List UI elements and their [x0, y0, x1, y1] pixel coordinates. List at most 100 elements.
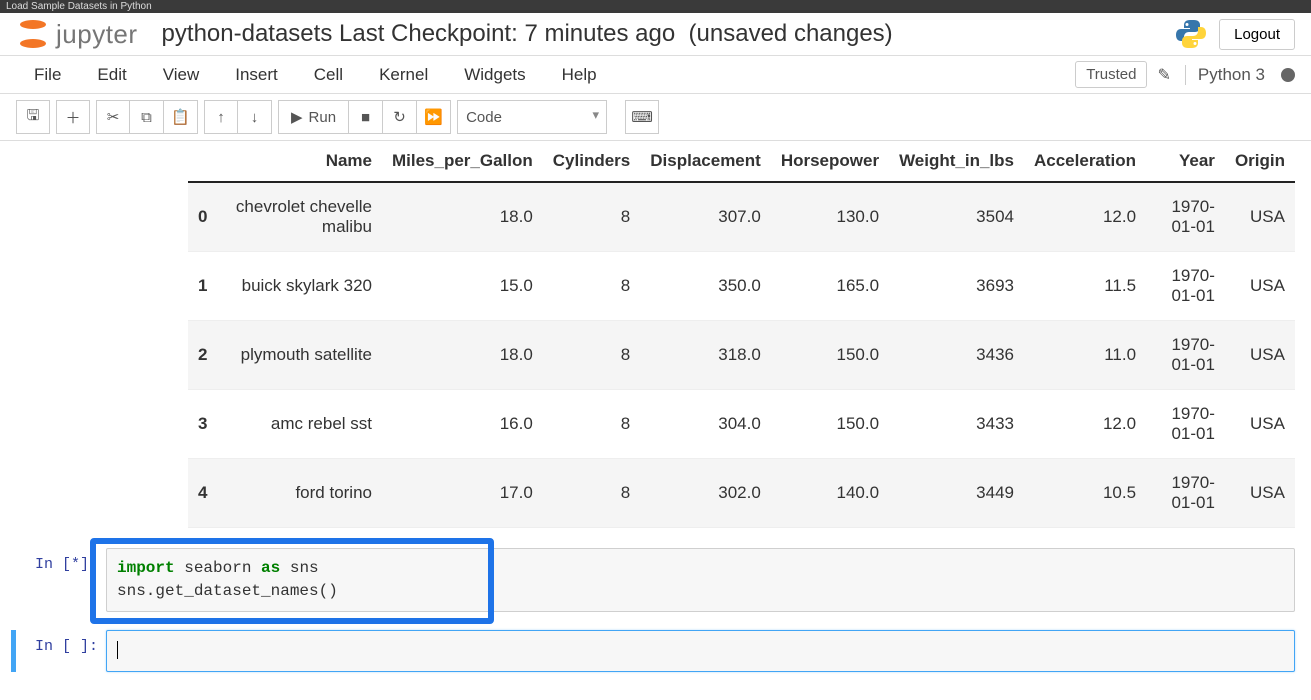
- table-cell: amc rebel sst: [217, 390, 382, 459]
- move-down-button[interactable]: ↓: [238, 100, 272, 134]
- table-cell: 150.0: [771, 390, 889, 459]
- stop-icon: ■: [361, 109, 370, 126]
- table-cell: 1970-01-01: [1146, 459, 1225, 528]
- restart-button[interactable]: ↻: [383, 100, 417, 134]
- table-cell: 318.0: [640, 321, 771, 390]
- table-cell: chevrolet chevelle malibu: [217, 182, 382, 252]
- menu-kernel[interactable]: Kernel: [361, 57, 446, 93]
- code-input[interactable]: [106, 630, 1295, 671]
- kernel-name[interactable]: Python 3: [1185, 65, 1265, 85]
- table-cell: 2: [188, 321, 217, 390]
- column-header: Origin: [1225, 141, 1295, 182]
- table-row: 4ford torino17.08302.0140.0344910.51970-…: [188, 459, 1295, 528]
- code-cell-empty[interactable]: In [ ]:: [11, 630, 1295, 671]
- table-cell: 304.0: [640, 390, 771, 459]
- paste-button[interactable]: 📋: [164, 100, 198, 134]
- table-cell: 8: [543, 182, 640, 252]
- table-cell: 1970-01-01: [1146, 182, 1225, 252]
- table-cell: 150.0: [771, 321, 889, 390]
- run-button[interactable]: ▶Run: [278, 100, 349, 134]
- arrow-down-icon: ↓: [251, 109, 259, 126]
- table-cell: 3693: [889, 252, 1024, 321]
- unsaved-text: (unsaved changes): [689, 20, 893, 47]
- table-cell: 307.0: [640, 182, 771, 252]
- copy-button[interactable]: ⧉: [130, 100, 164, 134]
- table-cell: 3436: [889, 321, 1024, 390]
- paste-icon: 📋: [171, 108, 190, 126]
- column-header: Cylinders: [543, 141, 640, 182]
- checkpoint-text: Last Checkpoint: 7 minutes ago: [339, 20, 675, 47]
- code-input[interactable]: import seaborn as sns sns.get_dataset_na…: [106, 548, 1295, 612]
- notebook-area: NameMiles_per_GallonCylindersDisplacemen…: [0, 141, 1311, 700]
- table-cell: 18.0: [382, 321, 543, 390]
- table-cell: 0: [188, 182, 217, 252]
- table-cell: 8: [543, 252, 640, 321]
- add-cell-button[interactable]: ＋: [56, 100, 90, 134]
- column-header: Name: [217, 141, 382, 182]
- table-cell: USA: [1225, 459, 1295, 528]
- table-cell: USA: [1225, 390, 1295, 459]
- table-row: 2plymouth satellite18.08318.0150.0343611…: [188, 321, 1295, 390]
- table-cell: 1: [188, 252, 217, 321]
- plus-icon: ＋: [65, 107, 80, 128]
- column-header: Weight_in_lbs: [889, 141, 1024, 182]
- trusted-badge[interactable]: Trusted: [1075, 61, 1147, 88]
- code-cell-running[interactable]: In [*]: import seaborn as sns sns.get_da…: [16, 548, 1295, 612]
- cell-type-select[interactable]: Code: [457, 100, 607, 134]
- logout-button[interactable]: Logout: [1219, 19, 1295, 50]
- play-icon: ▶: [291, 108, 303, 126]
- restart-icon: ↻: [393, 108, 406, 126]
- table-cell: 12.0: [1024, 390, 1146, 459]
- menu-cell[interactable]: Cell: [296, 57, 361, 93]
- keyboard-icon: ⌨: [631, 108, 653, 126]
- jupyter-logo-text: jupyter: [56, 19, 138, 50]
- table-cell: 3433: [889, 390, 1024, 459]
- command-palette-button[interactable]: ⌨: [625, 100, 659, 134]
- table-cell: 8: [543, 321, 640, 390]
- pencil-icon[interactable]: ✎: [1157, 65, 1170, 85]
- table-cell: USA: [1225, 252, 1295, 321]
- save-button[interactable]: 🖫: [16, 100, 50, 134]
- restart-run-all-button[interactable]: ⏩: [417, 100, 451, 134]
- menu-help[interactable]: Help: [544, 57, 615, 93]
- table-cell: 8: [543, 459, 640, 528]
- input-prompt: In [ ]:: [16, 630, 106, 671]
- arrow-up-icon: ↑: [217, 109, 225, 126]
- menu-edit[interactable]: Edit: [79, 57, 144, 93]
- table-cell: 16.0: [382, 390, 543, 459]
- table-row: 1buick skylark 32015.08350.0165.0369311.…: [188, 252, 1295, 321]
- table-cell: plymouth satellite: [217, 321, 382, 390]
- column-header: [188, 141, 217, 182]
- table-cell: 11.5: [1024, 252, 1146, 321]
- table-cell: USA: [1225, 321, 1295, 390]
- jupyter-logo[interactable]: jupyter: [16, 17, 138, 51]
- input-prompt: In [*]:: [16, 548, 106, 612]
- interrupt-button[interactable]: ■: [349, 100, 383, 134]
- table-cell: USA: [1225, 182, 1295, 252]
- notebook-title[interactable]: python-datasets Last Checkpoint: 7 minut…: [162, 20, 893, 48]
- table-cell: ford torino: [217, 459, 382, 528]
- fast-forward-icon: ⏩: [424, 108, 443, 126]
- table-row: 0chevrolet chevelle malibu18.08307.0130.…: [188, 182, 1295, 252]
- column-header: Acceleration: [1024, 141, 1146, 182]
- table-cell: 1970-01-01: [1146, 390, 1225, 459]
- output-table: NameMiles_per_GallonCylindersDisplacemen…: [188, 141, 1295, 528]
- copy-icon: ⧉: [141, 109, 152, 126]
- toolbar: 🖫 ＋ ✂ ⧉ 📋 ↑ ↓ ▶Run ■ ↻ ⏩ Code ⌨: [0, 94, 1311, 141]
- table-cell: 4: [188, 459, 217, 528]
- menu-widgets[interactable]: Widgets: [446, 57, 543, 93]
- jupyter-swirl-icon: [16, 17, 50, 51]
- menu-view[interactable]: View: [145, 57, 218, 93]
- kernel-busy-icon: [1281, 68, 1295, 82]
- browser-tab: Load Sample Datasets in Python: [0, 0, 1311, 13]
- column-header: Year: [1146, 141, 1225, 182]
- menubar: File Edit View Insert Cell Kernel Widget…: [0, 56, 1311, 94]
- move-up-button[interactable]: ↑: [204, 100, 238, 134]
- table-cell: 18.0: [382, 182, 543, 252]
- menu-insert[interactable]: Insert: [217, 57, 296, 93]
- table-cell: 165.0: [771, 252, 889, 321]
- table-cell: 12.0: [1024, 182, 1146, 252]
- cut-button[interactable]: ✂: [96, 100, 130, 134]
- table-cell: 140.0: [771, 459, 889, 528]
- menu-file[interactable]: File: [16, 57, 79, 93]
